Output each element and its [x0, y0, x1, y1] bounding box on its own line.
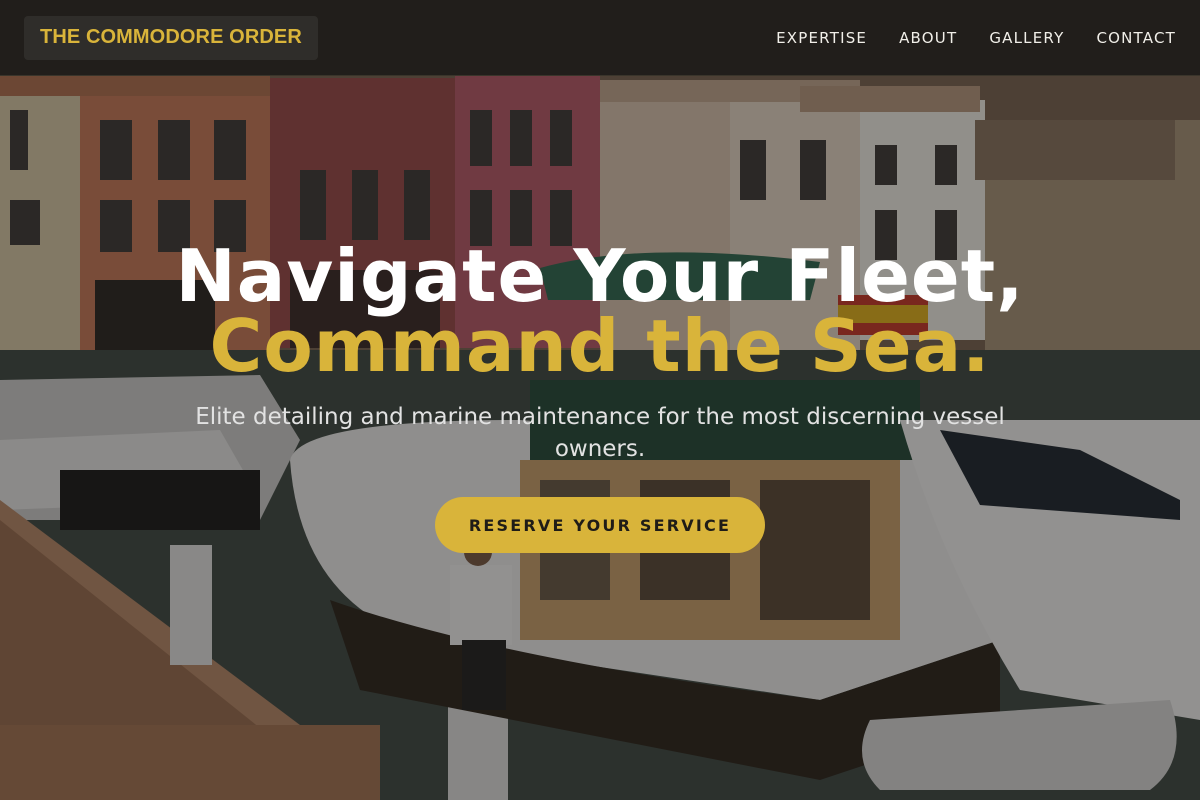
nav-link-gallery[interactable]: GALLERY: [989, 29, 1064, 47]
brand-logo-link[interactable]: THE COMMODORE ORDER: [24, 15, 318, 60]
nav-link-contact[interactable]: CONTACT: [1096, 29, 1176, 47]
site-header: THE COMMODORE ORDER EXPERTISE ABOUT GALL…: [0, 0, 1200, 76]
nav-links: EXPERTISE ABOUT GALLERY CONTACT: [776, 28, 1176, 47]
headline-line-2: Command the Sea.: [209, 304, 991, 388]
hero-subtitle: Elite detailing and marine maintenance f…: [195, 404, 1005, 462]
nav-item-about: ABOUT: [899, 28, 957, 47]
hero-section: Navigate Your Fleet, Command the Sea. El…: [0, 236, 1200, 553]
nav-item-gallery: GALLERY: [989, 28, 1064, 47]
reserve-service-button[interactable]: RESERVE YOUR SERVICE: [435, 497, 765, 553]
nav-item-contact: CONTACT: [1096, 28, 1176, 47]
nav-link-expertise[interactable]: EXPERTISE: [776, 29, 867, 47]
nav-link-about[interactable]: ABOUT: [899, 29, 957, 47]
nav-item-expertise: EXPERTISE: [776, 28, 867, 47]
hero-headline: Navigate Your Fleet, Command the Sea.: [175, 236, 1024, 382]
main-nav: EXPERTISE ABOUT GALLERY CONTACT: [776, 28, 1176, 47]
